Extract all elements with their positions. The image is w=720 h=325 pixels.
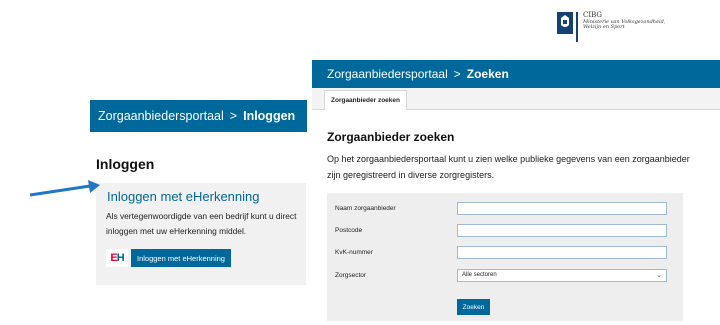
- zorgsector-label: Zorgsector: [335, 272, 367, 279]
- eherkenning-logo-icon: EH: [106, 249, 128, 267]
- login-page-header: Zorgaanbiedersportaal > Inloggen: [90, 100, 307, 132]
- search-page-description: Op het zorgaanbiedersportaal kunt u zien…: [327, 154, 690, 180]
- search-page-title: Zorgaanbieder zoeken: [327, 130, 455, 144]
- search-form: Naam zorgaanbieder Postcode KvK-nummer Z…: [327, 193, 683, 321]
- login-breadcrumb-root[interactable]: Zorgaanbiedersportaal: [98, 109, 224, 123]
- zorgsector-value: Alle sectoren: [462, 272, 497, 278]
- tab-zorgaanbieder-zoeken[interactable]: Zorgaanbieder zoeken: [324, 90, 407, 110]
- naam-label: Naam zorgaanbieder: [335, 205, 396, 212]
- screenshot-canvas: CIBG Ministerie van Volksgezondheid, Wel…: [0, 0, 720, 325]
- search-page-header: Zorgaanbiedersportaal > Zoeken: [312, 60, 720, 88]
- login-page-title: Inloggen: [96, 156, 155, 172]
- postcode-label: Postcode: [335, 227, 363, 234]
- chevron-down-icon: ⌄: [656, 272, 662, 279]
- login-breadcrumb-separator: >: [229, 109, 238, 123]
- kvk-nummer-input[interactable]: [457, 246, 667, 259]
- eherkenning-link[interactable]: Inloggen met eHerkenning: [107, 189, 260, 204]
- postcode-input[interactable]: [457, 224, 667, 237]
- logo-ministry-line2: Welzijn en Sport: [583, 24, 625, 31]
- form-row-zorgsector: Zorgsector Alle sectoren ⌄: [327, 269, 683, 285]
- logo-text: CIBG Ministerie van Volksgezondheid, Wel…: [583, 11, 665, 31]
- form-row-postcode: Postcode: [327, 224, 683, 240]
- breadcrumb-root[interactable]: Zorgaanbiedersportaal: [327, 67, 448, 81]
- login-breadcrumb-current: Inloggen: [243, 109, 296, 123]
- ministry-logo: CIBG Ministerie van Volksgezondheid, Wel…: [557, 11, 665, 42]
- eherkenning-login-button[interactable]: EH Inloggen met eHerkenning: [106, 249, 231, 267]
- zorgsector-select[interactable]: Alle sectoren ⌄: [457, 269, 667, 282]
- eherkenning-description: Als vertegenwoordigde van een bedrijf ku…: [106, 211, 297, 236]
- tab-strip: Zorgaanbieder zoeken: [312, 88, 720, 110]
- breadcrumb-separator: >: [453, 67, 461, 81]
- eherkenning-button-label: Inloggen met eHerkenning: [131, 249, 231, 267]
- eh-logo-h: H: [116, 252, 125, 264]
- eherkenning-box: Inloggen met eHerkenning Als vertegenwoo…: [96, 183, 306, 285]
- form-row-naam: Naam zorgaanbieder: [327, 202, 683, 218]
- zoeken-button[interactable]: Zoeken: [457, 299, 490, 315]
- naam-zorgaanbieder-input[interactable]: [457, 202, 667, 215]
- form-row-kvk: KvK-nummer: [327, 246, 683, 262]
- crest-icon: [557, 12, 573, 34]
- breadcrumb-current: Zoeken: [466, 67, 509, 81]
- kvk-label: KvK-nummer: [335, 249, 373, 256]
- annotation-arrow-icon: [30, 180, 100, 197]
- logo-divider: [576, 12, 578, 42]
